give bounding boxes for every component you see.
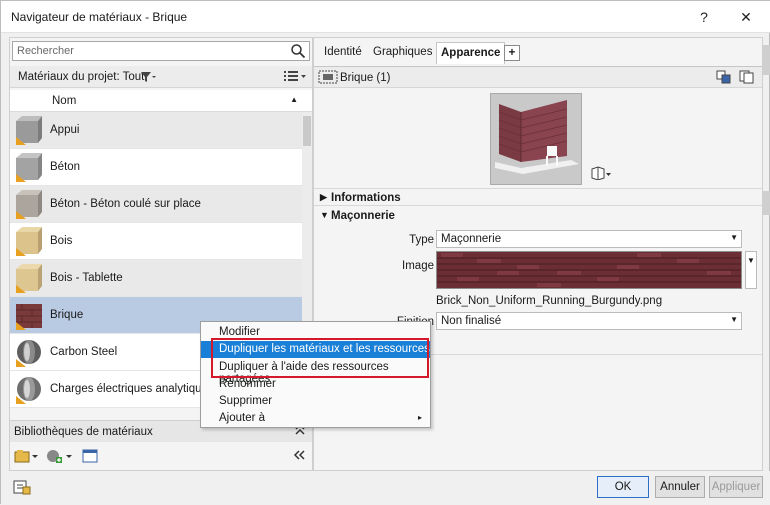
menu-item-label: Renommer xyxy=(219,378,276,390)
image-options-dropdown[interactable]: ▼ xyxy=(745,251,757,289)
material-name: Bois xyxy=(50,235,73,247)
type-value: Maçonnerie xyxy=(441,233,502,245)
annotation-highlight-box xyxy=(211,338,429,378)
submenu-arrow-icon: ▸ xyxy=(417,413,422,422)
section-title: Informations xyxy=(331,192,401,204)
chevron-down-icon: ▼ xyxy=(730,233,738,242)
material-name: Charges électriques analytiques xyxy=(50,383,214,395)
material-name: Carbon Steel xyxy=(50,346,118,358)
image-filename: Brick_Non_Uniform_Running_Burgundy.png xyxy=(436,295,663,307)
material-thumbnail-icon xyxy=(16,377,41,404)
column-name-label: Nom xyxy=(52,95,77,107)
material-name: Béton xyxy=(50,161,81,173)
menu-item-label: Supprimer xyxy=(219,395,273,407)
search-box[interactable]: Rechercher xyxy=(12,41,310,61)
expand-arrow-icon: ▶ xyxy=(320,192,327,202)
material-thumbnail-icon xyxy=(16,227,42,256)
library-open-icon[interactable] xyxy=(14,449,40,466)
material-row-bois-tablette[interactable]: Bois - Tablette xyxy=(10,260,302,297)
material-row-beton-coule[interactable]: Béton - Béton coulé sur place xyxy=(10,186,302,223)
asset-bar: Brique (1) xyxy=(314,66,762,88)
asset-icon xyxy=(318,70,338,84)
tab-apparence[interactable]: Apparence xyxy=(436,42,506,64)
menu-item-renommer[interactable]: Renommer xyxy=(201,376,430,393)
help-button[interactable]: ? xyxy=(693,7,715,27)
finish-dropdown[interactable]: Non finalisé ▼ xyxy=(436,312,742,330)
material-thumbnail-icon xyxy=(16,304,42,330)
brick-texture-image[interactable] xyxy=(436,251,742,289)
asset-name: Brique (1) xyxy=(340,72,391,84)
material-browser-window: Navigateur de matériaux - Brique ? ✕ Rec… xyxy=(0,0,770,505)
close-button[interactable]: ✕ xyxy=(735,7,757,27)
material-thumbnail-icon xyxy=(16,264,42,293)
title-bar: Navigateur de matériaux - Brique ? ✕ xyxy=(1,1,770,33)
menu-item-supprimer[interactable]: Supprimer xyxy=(201,393,430,410)
column-header-name[interactable]: Nom ▲ xyxy=(10,90,312,112)
menu-item-ajouter-a[interactable]: Ajouter à ▸ xyxy=(201,410,430,427)
material-editor-icon[interactable] xyxy=(82,449,98,466)
search-placeholder: Rechercher xyxy=(17,45,74,57)
material-thumbnail-icon xyxy=(16,190,42,219)
material-preview-image xyxy=(490,93,582,185)
library-label: Bibliothèques de matériaux xyxy=(14,426,153,438)
type-property: Type Maçonnerie ▼ xyxy=(314,230,762,250)
material-thumbnail-icon xyxy=(16,116,42,145)
scrollbar-thumb[interactable] xyxy=(303,116,311,146)
sort-ascending-icon: ▲ xyxy=(290,95,298,104)
filter-icon[interactable] xyxy=(140,71,156,86)
type-label: Type xyxy=(409,234,434,246)
library-toolbar xyxy=(10,444,312,470)
material-row-beton[interactable]: Béton xyxy=(10,149,302,186)
tab-graphiques[interactable]: Graphiques xyxy=(369,42,436,64)
apply-button[interactable]: Appliquer xyxy=(709,476,763,498)
background-edge xyxy=(763,45,770,75)
menu-item-label: Modifier xyxy=(219,326,260,338)
ok-button[interactable]: OK xyxy=(597,476,649,498)
editor-tabs: Identité Graphiques Apparence + xyxy=(314,42,762,64)
material-row-bois[interactable]: Bois xyxy=(10,223,302,260)
cancel-button[interactable]: Annuler xyxy=(655,476,705,498)
duplicate-asset-icon[interactable] xyxy=(739,70,755,87)
finish-value: Non finalisé xyxy=(441,315,502,327)
material-name: Bois - Tablette xyxy=(50,272,123,284)
project-materials-label: Matériaux du projet: Tout xyxy=(18,71,145,83)
material-name: Appui xyxy=(50,124,80,136)
section-informations[interactable]: ▶ Informations xyxy=(314,188,762,206)
add-tab-button[interactable]: + xyxy=(504,45,520,61)
dialog-footer: OK Annuler Appliquer xyxy=(1,471,770,505)
background-edge xyxy=(763,191,770,215)
material-name: Brique xyxy=(50,309,84,321)
menu-item-label: Ajouter à xyxy=(219,412,266,424)
image-label: Image xyxy=(402,260,434,272)
type-dropdown[interactable]: Maçonnerie ▼ xyxy=(436,230,742,248)
material-row-appui[interactable]: Appui xyxy=(10,112,302,149)
add-material-icon[interactable] xyxy=(46,449,76,466)
material-thumbnail-icon xyxy=(16,340,41,367)
material-thumbnail-icon xyxy=(16,153,42,182)
replace-asset-icon[interactable] xyxy=(716,70,732,87)
asset-browser-icon[interactable] xyxy=(13,479,31,498)
collapse-arrow-icon: ▼ xyxy=(320,210,329,220)
search-icon[interactable] xyxy=(290,43,306,59)
tab-identite[interactable]: Identité xyxy=(320,42,366,64)
preview-options-icon[interactable] xyxy=(590,166,612,183)
material-name: Béton - Béton coulé sur place xyxy=(50,198,201,210)
section-maconnerie[interactable]: ▼ Maçonnerie xyxy=(314,207,762,225)
project-materials-bar: Matériaux du projet: Tout xyxy=(10,66,312,88)
window-title: Navigateur de matériaux - Brique xyxy=(11,10,188,24)
section-title: Maçonnerie xyxy=(331,210,395,222)
view-options-icon[interactable] xyxy=(284,70,306,85)
collapse-left-icon[interactable] xyxy=(292,449,306,464)
chevron-down-icon: ▼ xyxy=(730,315,738,324)
